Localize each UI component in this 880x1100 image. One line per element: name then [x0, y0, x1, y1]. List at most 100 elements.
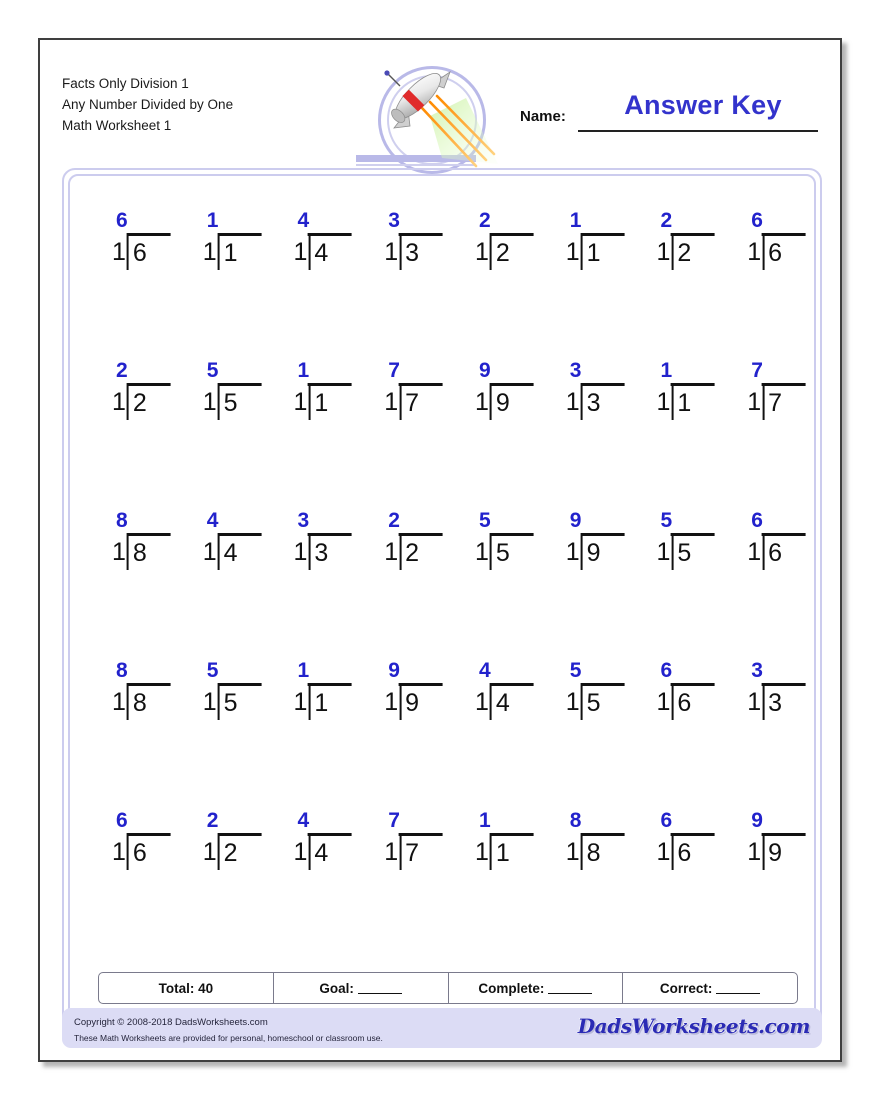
stats-goal[interactable]: Goal: [274, 973, 449, 1003]
quotient-answer[interactable]: 7 [747, 360, 791, 381]
division-problem: 133 [566, 360, 625, 420]
quotient-answer[interactable]: 1 [566, 210, 610, 231]
problem-cell: 155 [538, 660, 629, 810]
division-problem: 122 [384, 510, 443, 570]
quotient-answer[interactable]: 3 [293, 510, 337, 531]
quotient-answer[interactable]: 3 [384, 210, 428, 231]
quotient-answer[interactable]: 7 [384, 360, 428, 381]
division-bracket: 5 [670, 533, 715, 570]
quotient-answer[interactable]: 5 [203, 360, 247, 381]
quotient-answer[interactable]: 1 [293, 660, 337, 681]
dividend: 4 [314, 839, 329, 867]
dadsworksheets-logo[interactable]: DadsWorksheets.com [578, 1014, 811, 1038]
division-bracket: 1 [670, 383, 715, 420]
quotient-answer[interactable]: 3 [566, 360, 610, 381]
division-bracket: 5 [489, 533, 534, 570]
vinculum [217, 533, 262, 536]
dividend: 3 [586, 389, 601, 417]
division-bracket: 8 [580, 833, 625, 870]
vinculum [398, 683, 443, 686]
quotient-answer[interactable]: 6 [112, 210, 156, 231]
quotient-answer[interactable]: 7 [384, 810, 428, 831]
vinculum [126, 683, 171, 686]
quotient-answer[interactable]: 8 [112, 510, 156, 531]
quotient-answer[interactable]: 2 [203, 810, 247, 831]
quotient-answer[interactable]: 5 [656, 510, 700, 531]
quotient-answer[interactable]: 3 [747, 660, 791, 681]
division-problem: 188 [566, 810, 625, 870]
quotient-answer[interactable]: 8 [112, 660, 156, 681]
problem-cell: 144 [447, 660, 538, 810]
quotient-answer[interactable]: 2 [475, 210, 519, 231]
division-problem: 166 [112, 810, 171, 870]
division-bracket: 4 [307, 833, 352, 870]
vinculum [398, 533, 443, 536]
quotient-answer[interactable]: 2 [384, 510, 428, 531]
stats-table: Total: 40 Goal: Complete: Correct: [98, 972, 798, 1004]
vinculum [217, 233, 262, 236]
vinculum [217, 833, 262, 836]
quotient-answer[interactable]: 9 [384, 660, 428, 681]
stats-goal-blank[interactable] [357, 982, 402, 994]
dividend: 8 [132, 539, 147, 567]
problem-cell: 111 [447, 810, 538, 960]
dividend: 7 [405, 839, 420, 867]
quotient-answer[interactable]: 9 [747, 810, 791, 831]
dividend: 7 [405, 389, 420, 417]
quotient-answer[interactable]: 4 [203, 510, 247, 531]
quotient-answer[interactable]: 1 [293, 360, 337, 381]
problem-cell: 133 [538, 360, 629, 510]
vinculum [580, 533, 625, 536]
vinculum [489, 383, 534, 386]
division-bracket: 8 [126, 683, 171, 720]
quotient-answer[interactable]: 4 [293, 210, 337, 231]
quotient-answer[interactable]: 6 [656, 660, 700, 681]
dividend: 4 [495, 689, 510, 717]
quotient-answer[interactable]: 6 [656, 810, 700, 831]
problem-cell: 155 [175, 660, 266, 810]
division-problem: 155 [475, 510, 534, 570]
vinculum [307, 383, 352, 386]
vinculum [761, 233, 806, 236]
dividend: 1 [314, 389, 329, 417]
dividend: 2 [223, 839, 238, 867]
quotient-answer[interactable]: 2 [656, 210, 700, 231]
stats-correct-blank[interactable] [716, 982, 761, 994]
division-bracket: 9 [489, 383, 534, 420]
division-problem: 177 [747, 360, 806, 420]
problem-cell: 122 [175, 810, 266, 960]
division-problem: 144 [475, 660, 534, 720]
quotient-answer[interactable]: 1 [203, 210, 247, 231]
problem-cell: 133 [356, 210, 447, 360]
quotient-answer[interactable]: 6 [747, 210, 791, 231]
dividend: 6 [768, 539, 783, 567]
quotient-answer[interactable]: 5 [203, 660, 247, 681]
dividend: 8 [586, 839, 601, 867]
quotient-answer[interactable]: 9 [475, 360, 519, 381]
stats-complete[interactable]: Complete: [449, 973, 624, 1003]
quotient-answer[interactable]: 5 [566, 660, 610, 681]
quotient-answer[interactable]: 4 [475, 660, 519, 681]
division-problem: 155 [203, 660, 262, 720]
vinculum [489, 233, 534, 236]
quotient-answer[interactable]: 2 [112, 360, 156, 381]
problem-cell: 122 [629, 210, 720, 360]
stats-complete-blank[interactable] [548, 982, 593, 994]
quotient-answer[interactable]: 1 [475, 810, 519, 831]
quotient-answer[interactable]: 5 [475, 510, 519, 531]
problem-cell: 111 [266, 660, 357, 810]
stats-correct[interactable]: Correct: [623, 973, 797, 1003]
quotient-answer[interactable]: 4 [293, 810, 337, 831]
quotient-answer[interactable]: 6 [747, 510, 791, 531]
division-bracket: 2 [217, 833, 262, 870]
quotient-answer[interactable]: 8 [566, 810, 610, 831]
division-bracket: 7 [398, 833, 443, 870]
quotient-answer[interactable]: 1 [656, 360, 700, 381]
vinculum [580, 833, 625, 836]
stats-complete-label: Complete: [478, 980, 545, 996]
division-bracket: 6 [761, 233, 806, 270]
name-input-rule[interactable] [578, 130, 818, 132]
problem-grid: 1661111441331221111221661221551111771991… [84, 210, 810, 960]
quotient-answer[interactable]: 9 [566, 510, 610, 531]
quotient-answer[interactable]: 6 [112, 810, 156, 831]
